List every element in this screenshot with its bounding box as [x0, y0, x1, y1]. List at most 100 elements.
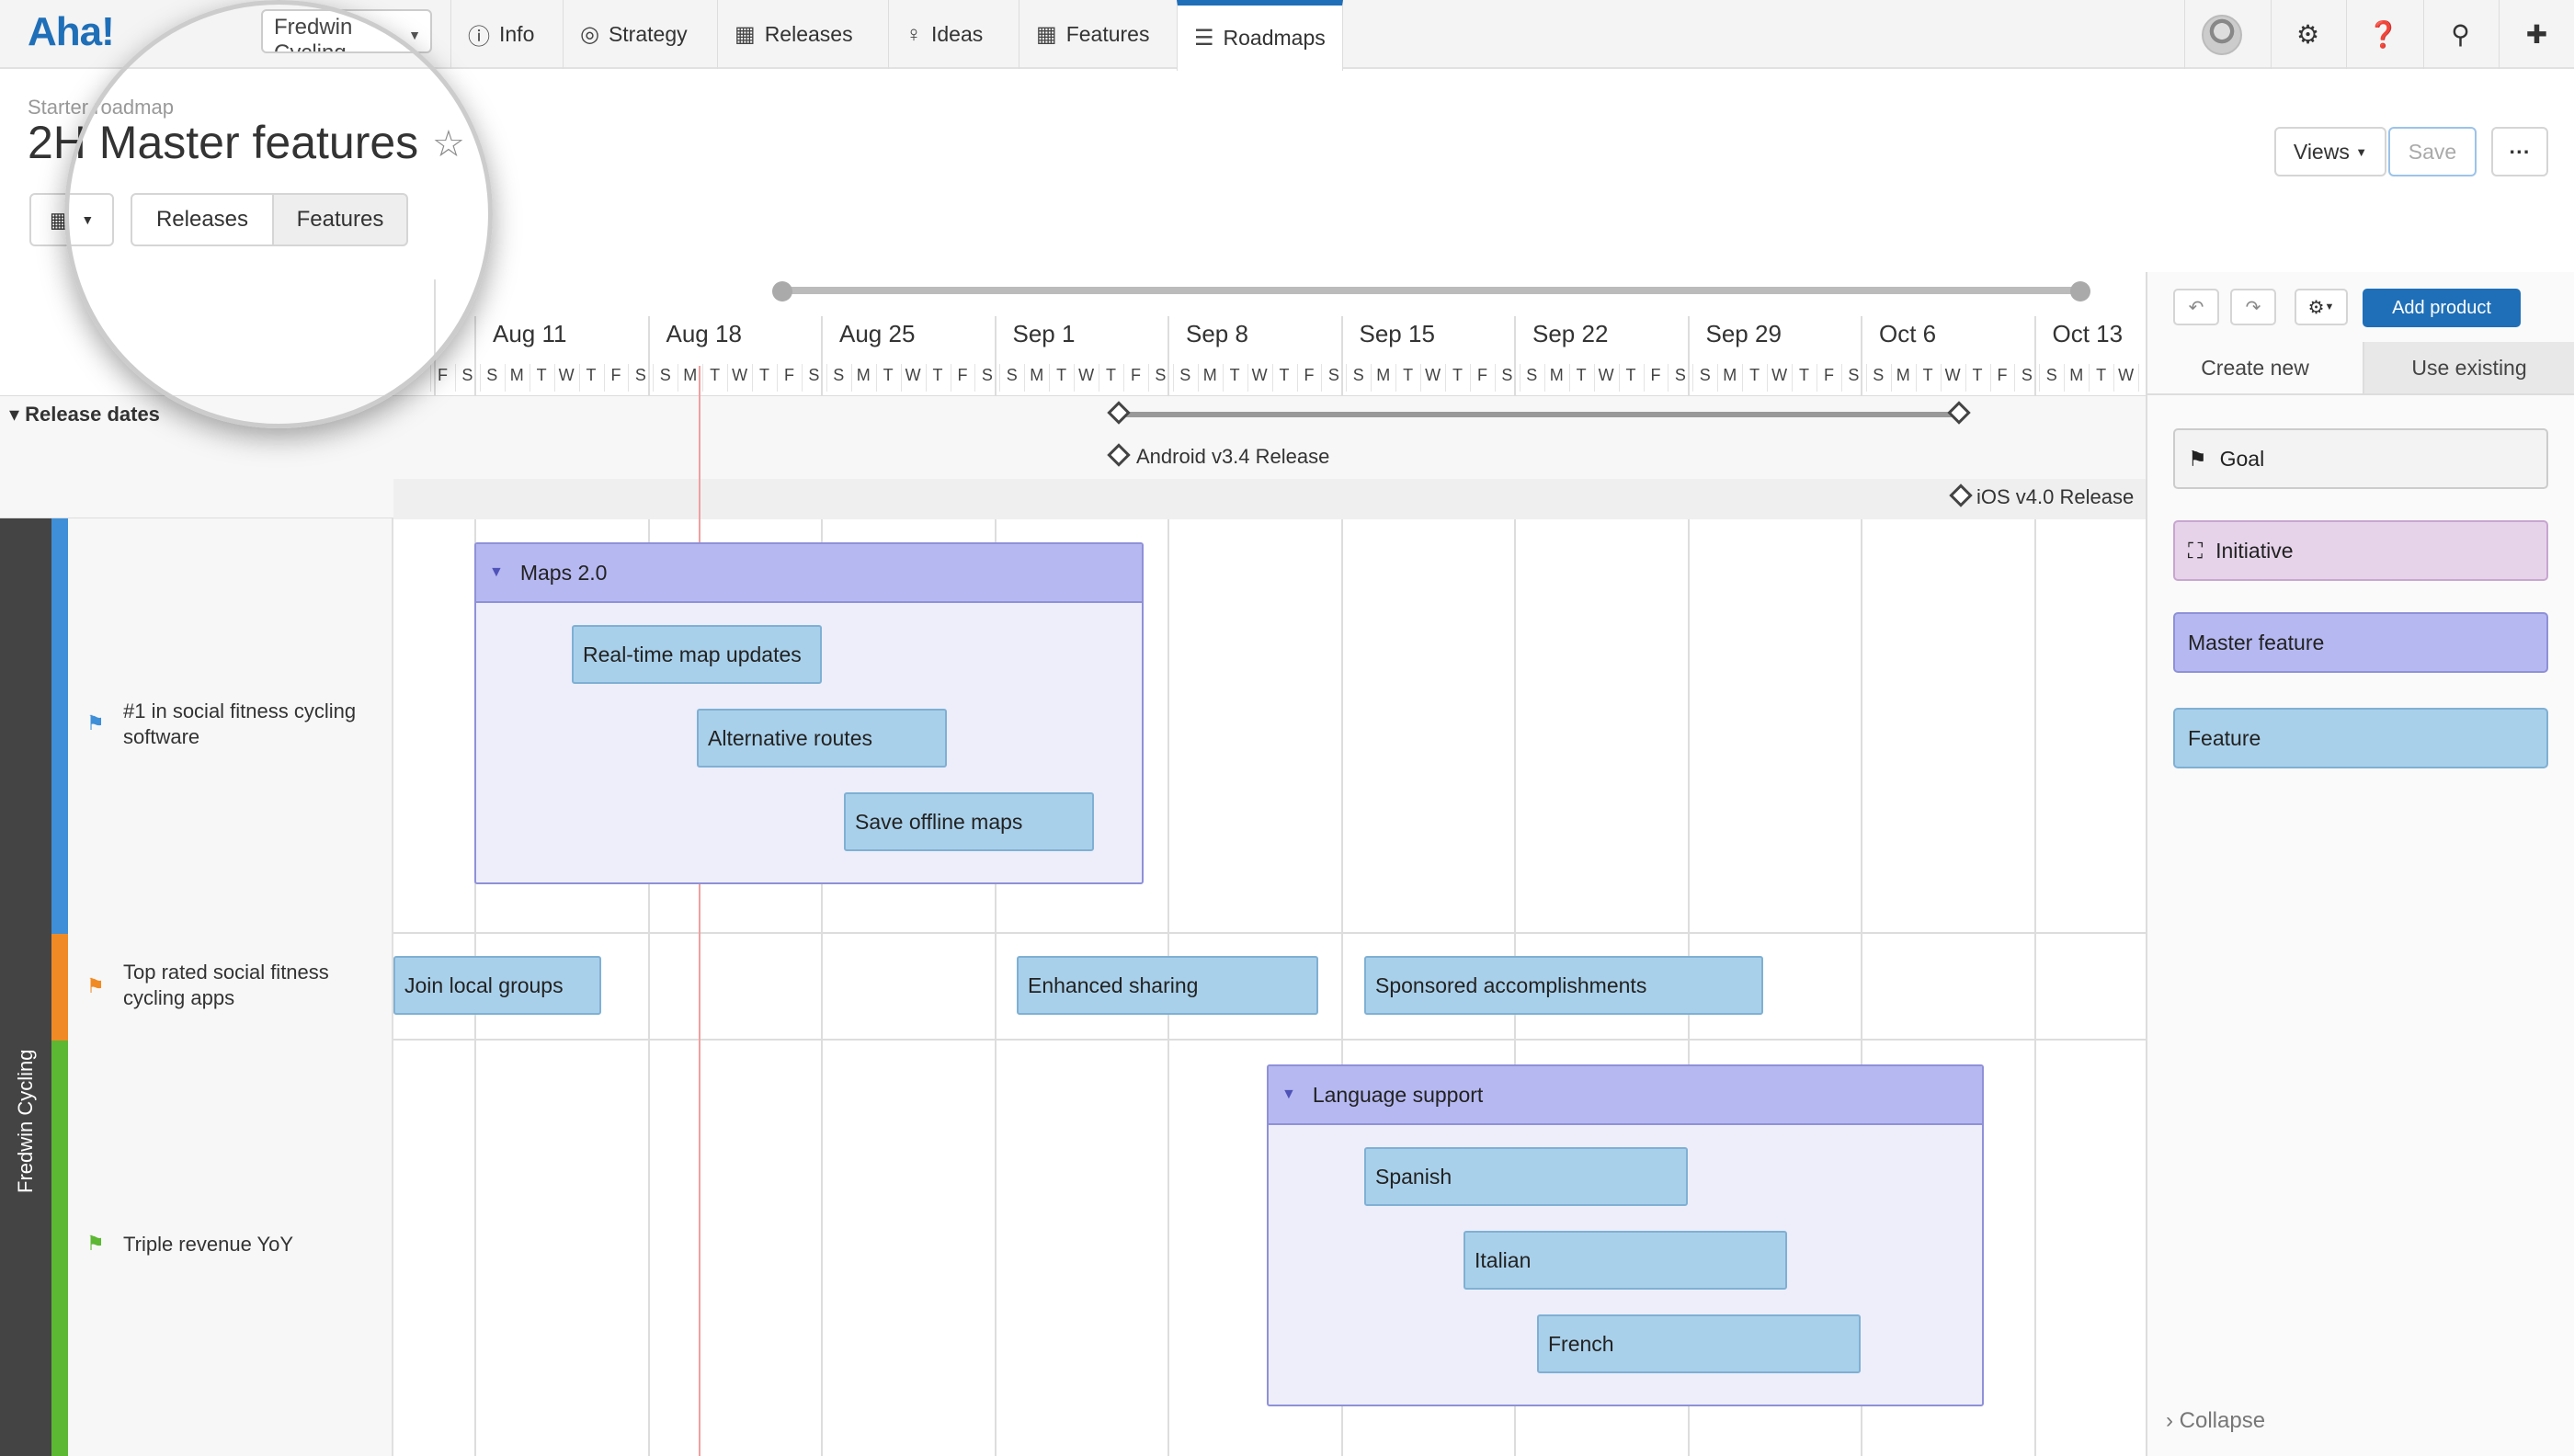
day-gridline	[1147, 364, 1149, 392]
zoom-slider-end-handle[interactable]	[2070, 281, 2090, 301]
help-button[interactable]: ❓	[2346, 0, 2420, 69]
tab-features[interactable]: ▦ Features	[1019, 0, 1166, 69]
day-gridline	[1915, 364, 1917, 392]
collapse-triangle-icon[interactable]: ▼	[489, 564, 504, 581]
tab-roadmaps[interactable]: ☰ Roadmaps	[1177, 0, 1343, 71]
chevron-down-icon: ▼	[408, 28, 421, 42]
day-gridline	[2064, 364, 2066, 392]
feature-bar[interactable]: Enhanced sharing	[1017, 956, 1318, 1015]
day-label: T	[932, 366, 943, 384]
flag-icon: ⚑	[86, 1232, 105, 1255]
day-label: S	[1501, 366, 1513, 384]
day-gridline	[1792, 364, 1794, 392]
day-gridline	[653, 364, 655, 392]
feature-bar[interactable]: Save offline maps	[844, 792, 1094, 851]
day-label: T	[2096, 366, 2107, 384]
feature-bar[interactable]: Join local groups	[393, 956, 601, 1015]
day-gridline	[2138, 364, 2140, 392]
day-label: F	[1304, 366, 1315, 384]
add-product-button[interactable]: Add product	[2363, 289, 2521, 327]
collapse-triangle-icon[interactable]: ▼	[1281, 1086, 1296, 1103]
day-label: T	[1229, 366, 1240, 384]
day-label: T	[1056, 366, 1067, 384]
feature-bar[interactable]: Sponsored accomplishments	[1364, 956, 1763, 1015]
undo-icon: ↶	[2188, 297, 2204, 318]
aha-logo[interactable]: Aha!	[28, 9, 115, 55]
views-button[interactable]: Views ▼	[2274, 127, 2386, 176]
page-title: 2H Master features	[28, 117, 419, 168]
week-label: Aug 11	[493, 320, 567, 347]
feature-bar[interactable]: Italian	[1464, 1231, 1787, 1290]
android-release-label[interactable]: Android v3.4 Release	[1136, 445, 1329, 469]
feature-bar[interactable]: Real-time map updates	[572, 625, 822, 684]
goal-label-3[interactable]: Triple revenue YoY	[123, 1232, 362, 1257]
flag-icon: ⚑	[86, 711, 105, 734]
day-gridline	[1247, 364, 1248, 392]
goal-label-2[interactable]: Top rated social fitness cycling apps	[123, 960, 362, 1011]
add-button[interactable]: ✚	[2499, 0, 2574, 69]
collapse-panel-button[interactable]: › Collapse	[2166, 1408, 2265, 1434]
create-master-feature-card[interactable]: Master feature	[2173, 612, 2548, 673]
day-label: S	[1848, 366, 1860, 384]
tab-use-existing[interactable]: Use existing	[2363, 342, 2574, 395]
master-feature-title: Language support	[1312, 1082, 1484, 1107]
day-label: S	[2021, 366, 2033, 384]
feature-bar[interactable]: French	[1537, 1314, 1861, 1373]
day-label: T	[1403, 366, 1414, 384]
day-gridline	[504, 364, 506, 392]
day-gridline	[1470, 364, 1471, 392]
undo-button[interactable]: ↶	[2173, 289, 2219, 325]
more-button[interactable]: ···	[2491, 127, 2548, 176]
day-label: S	[1327, 366, 1339, 384]
product-name-vertical[interactable]: Fredwin Cycling	[0, 1048, 51, 1195]
collapse-label: Collapse	[2179, 1408, 2266, 1433]
product-selector[interactable]: Fredwin Cycling ▼	[261, 9, 432, 53]
save-button[interactable]: Save	[2388, 127, 2477, 176]
release-dates-toggle[interactable]: ▾ Release dates	[9, 403, 160, 427]
flag-icon: ⚑	[86, 974, 105, 997]
day-label: W	[905, 366, 921, 384]
tab-releases[interactable]: ▦ Releases	[717, 0, 870, 69]
tab-create-new[interactable]: Create new	[2147, 342, 2363, 395]
feature-bar[interactable]: Alternative routes	[697, 709, 947, 768]
zoom-slider-track[interactable]	[781, 287, 2079, 294]
day-label: M	[1030, 366, 1044, 384]
tab-info[interactable]: ⓘ Info	[450, 0, 551, 69]
tab-strategy[interactable]: ◎ Strategy	[563, 0, 704, 69]
info-icon: ⓘ	[468, 25, 490, 50]
master-feature-header[interactable]: ▼ Language support	[1269, 1066, 1982, 1125]
ios-release-label[interactable]: iOS v4.0 Release	[1976, 485, 2134, 509]
day-label: M	[1549, 366, 1564, 384]
calendar-icon: ▦	[735, 22, 756, 47]
search-button[interactable]: ⚲	[2423, 0, 2497, 69]
redo-button[interactable]: ↷	[2230, 289, 2276, 325]
panel-settings-button[interactable]: ⚙ ▼	[2295, 289, 2348, 325]
create-goal-card[interactable]: ⚑ Goal	[2173, 428, 2548, 489]
master-feature-header[interactable]: ▼ Maps 2.0	[476, 544, 1142, 603]
feature-bar[interactable]: Spanish	[1364, 1147, 1688, 1206]
day-label: F	[610, 366, 621, 384]
day-gridline	[826, 364, 827, 392]
segment-releases[interactable]: Releases	[131, 193, 274, 246]
goal-stripe-1	[51, 518, 68, 934]
zoom-slider-start-handle[interactable]	[772, 281, 792, 301]
create-initiative-card[interactable]: ⛶ Initiative	[2173, 520, 2548, 581]
segment-features[interactable]: Features	[272, 193, 408, 246]
user-avatar-button[interactable]	[2184, 0, 2258, 69]
week-label: Sep 1	[1012, 320, 1076, 347]
day-label: S	[1006, 366, 1018, 384]
star-icon[interactable]: ☆	[432, 123, 465, 165]
goal-label-1[interactable]: #1 in social fitness cycling software	[123, 699, 362, 750]
day-label: W	[1944, 366, 1961, 384]
day-label: T	[536, 366, 547, 384]
create-feature-card[interactable]: Feature	[2173, 708, 2548, 768]
day-gridline	[553, 364, 555, 392]
day-label: S	[461, 366, 473, 384]
tab-ideas[interactable]: ♀ Ideas	[888, 0, 999, 69]
day-label: W	[1078, 366, 1095, 384]
day-gridline	[1989, 364, 1991, 392]
day-gridline	[702, 364, 704, 392]
date-range-button[interactable]: ▦ ▼	[29, 193, 114, 246]
day-label: T	[1452, 366, 1464, 384]
settings-button[interactable]: ⚙	[2271, 0, 2344, 69]
